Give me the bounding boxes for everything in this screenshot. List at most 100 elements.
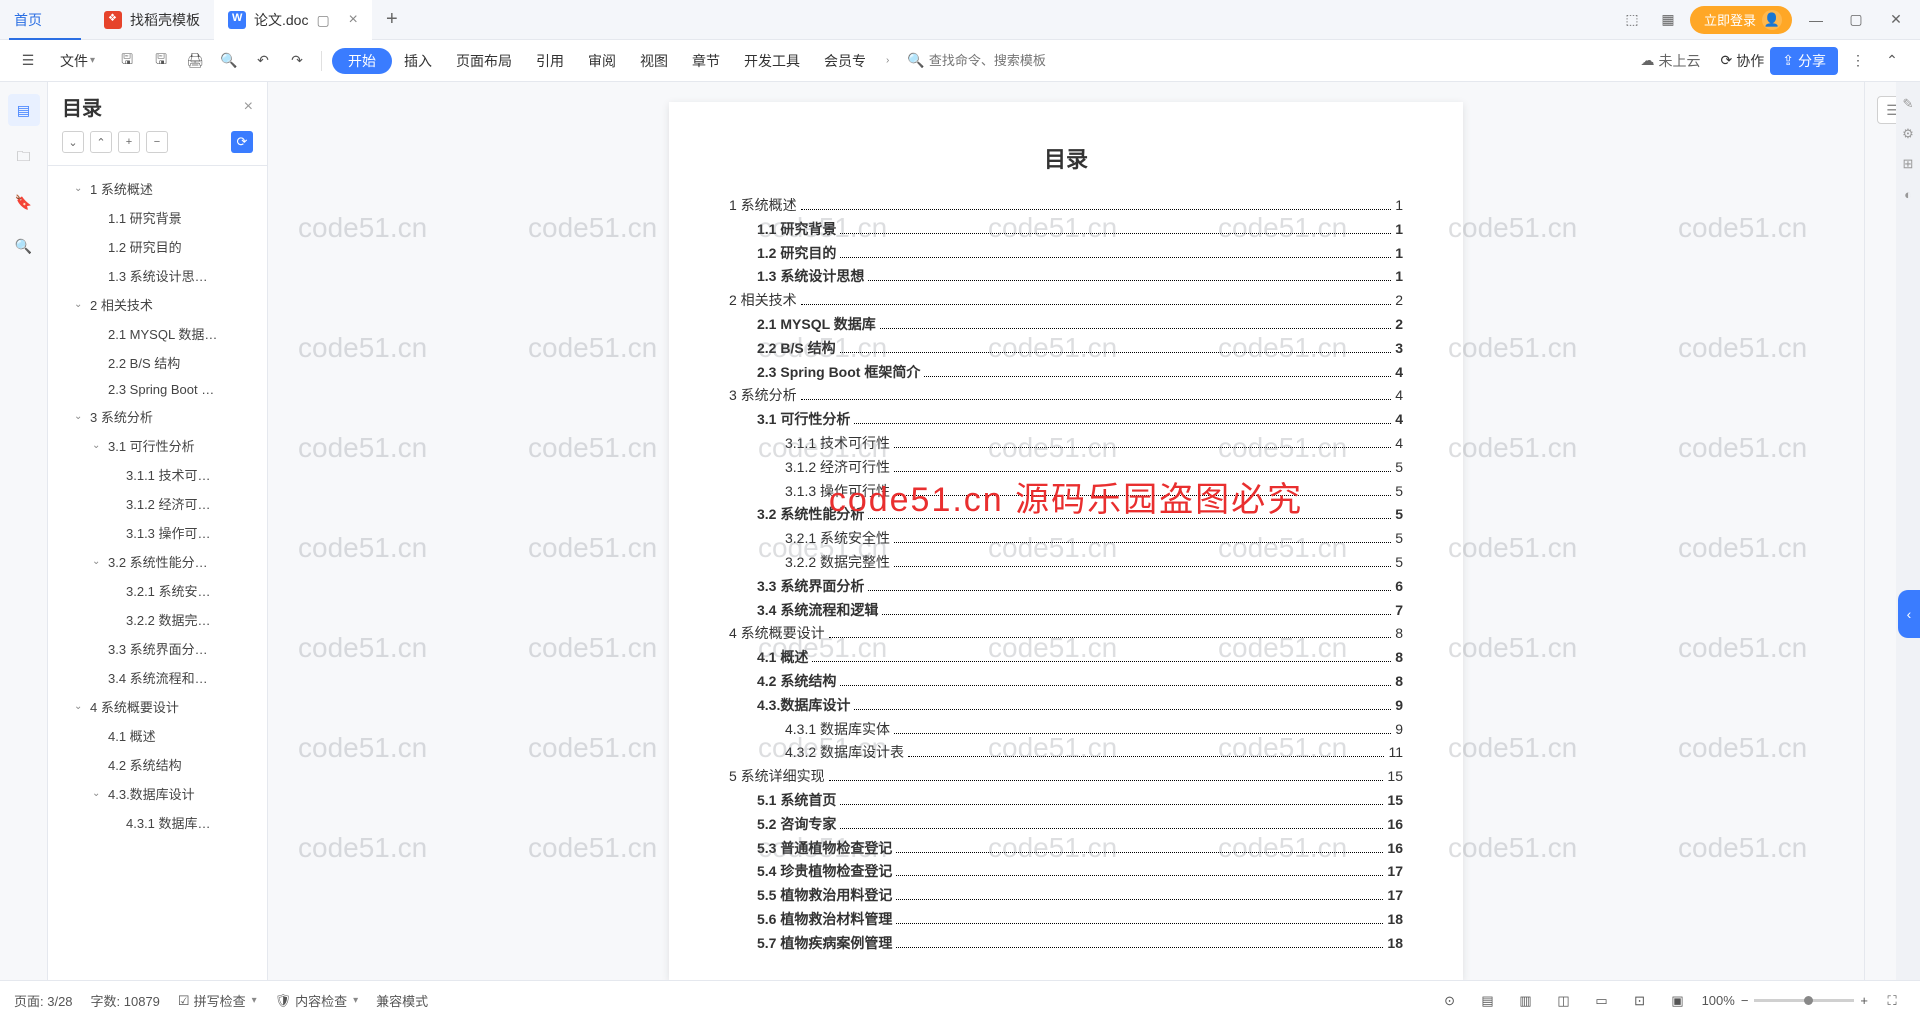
toc-line[interactable]: 5.6 植物救治材料管理18 xyxy=(729,908,1403,932)
share-button[interactable]: ⇪分享 xyxy=(1770,47,1838,75)
outline-item[interactable]: 3.1.1 技术可… xyxy=(56,460,259,489)
toc-line[interactable]: 1 系统概述1 xyxy=(729,194,1403,218)
content-check-button[interactable]: 🛡内容检查▾ xyxy=(275,991,359,1010)
word-count[interactable]: 字数: 10879 xyxy=(91,991,160,1010)
toc-line[interactable]: 2.1 MYSQL 数据库2 xyxy=(729,313,1403,337)
redo-icon[interactable]: ↷ xyxy=(283,47,311,75)
outline-item[interactable]: 2.2 B/S 结构 xyxy=(56,348,259,377)
toc-line[interactable]: 1.1 研究背景1 xyxy=(729,218,1403,242)
outline-item[interactable]: ⌄3.2 系统性能分… xyxy=(56,547,259,576)
outline-item[interactable]: 2.1 MYSQL 数据… xyxy=(56,319,259,348)
fullscreen-icon[interactable]: ⛶ xyxy=(1878,987,1906,1015)
rail-icon-3[interactable]: ⊞ xyxy=(1900,156,1916,172)
outline-item[interactable]: ⌄1 系统概述 xyxy=(56,174,259,203)
close-tab-icon[interactable]: × xyxy=(348,11,357,29)
menu-视图[interactable]: 视图 xyxy=(628,40,680,82)
outline-item[interactable]: 3.1.3 操作可… xyxy=(56,518,259,547)
maximize-button[interactable]: ▢ xyxy=(1840,4,1872,36)
outline-item[interactable]: 2.3 Spring Boot … xyxy=(56,377,259,402)
toc-line[interactable]: 3.2.2 数据完整性5 xyxy=(729,551,1403,575)
menu-开始[interactable]: 开始 xyxy=(332,48,392,74)
cloud-status[interactable]: ☁未上云 xyxy=(1641,51,1701,71)
toc-line[interactable]: 2.3 Spring Boot 框架简介4 xyxy=(729,361,1403,385)
zoom-out-icon[interactable]: − xyxy=(1741,993,1749,1008)
outline-item[interactable]: 1.1 研究背景 xyxy=(56,203,259,232)
view-mode-5-icon[interactable]: ▭ xyxy=(1588,987,1616,1015)
view-mode-4-icon[interactable]: ◫ xyxy=(1550,987,1578,1015)
view-mode-2-icon[interactable]: ▤ xyxy=(1474,987,1502,1015)
document-area[interactable]: 目录 1 系统概述11.1 研究背景11.2 研究目的11.3 系统设计思想12… xyxy=(268,82,1864,980)
toc-line[interactable]: 2.2 B/S 结构3 xyxy=(729,337,1403,361)
toc-line[interactable]: 1.2 研究目的1 xyxy=(729,242,1403,266)
view-mode-6-icon[interactable]: ⊡ xyxy=(1626,987,1654,1015)
menu-章节[interactable]: 章节 xyxy=(680,40,732,82)
save-icon[interactable]: 🖫 xyxy=(113,47,141,75)
apps-icon[interactable]: ▦ xyxy=(1654,6,1682,34)
collab-button[interactable]: ⟳协作 xyxy=(1721,51,1765,71)
toc-line[interactable]: 3.1.3 操作可行性5 xyxy=(729,480,1403,504)
tab-home[interactable]: 首页 xyxy=(0,0,90,40)
outline-item[interactable]: 4.2 系统结构 xyxy=(56,750,259,779)
menu-开发工具[interactable]: 开发工具 xyxy=(732,40,812,82)
compat-mode[interactable]: 兼容模式 xyxy=(376,991,428,1010)
toc-line[interactable]: 3.2.1 系统安全性5 xyxy=(729,527,1403,551)
outline-item[interactable]: 1.3 系统设计思… xyxy=(56,261,259,290)
outline-item[interactable]: 3.2.1 系统安… xyxy=(56,576,259,605)
rail-icon-1[interactable]: ✎ xyxy=(1900,96,1916,112)
toc-line[interactable]: 5.4 珍贵植物检查登记17 xyxy=(729,860,1403,884)
outline-item[interactable]: 3.1.2 经济可… xyxy=(56,489,259,518)
zoom-in-icon[interactable]: + xyxy=(1860,993,1868,1008)
print-icon[interactable]: 🖨 xyxy=(181,47,209,75)
new-tab-button[interactable]: + xyxy=(372,8,412,31)
toc-line[interactable]: 5.7 植物疾病案例管理18 xyxy=(729,932,1403,956)
toc-line[interactable]: 3.1.1 技术可行性4 xyxy=(729,432,1403,456)
outline-item[interactable]: 3.4 系统流程和… xyxy=(56,663,259,692)
toc-line[interactable]: 2 相关技术2 xyxy=(729,289,1403,313)
toc-line[interactable]: 3.4 系统流程和逻辑7 xyxy=(729,599,1403,623)
menu-页面布局[interactable]: 页面布局 xyxy=(444,40,524,82)
outline-item[interactable]: ⌄4.3.数据库设计 xyxy=(56,779,259,808)
remove-heading-icon[interactable]: − xyxy=(146,131,168,153)
toc-line[interactable]: 3.1.2 经济可行性5 xyxy=(729,456,1403,480)
toc-line[interactable]: 5.3 普通植物检查登记16 xyxy=(729,837,1403,861)
save-as-icon[interactable]: 🖫 xyxy=(147,47,175,75)
outline-item[interactable]: 4.3.1 数据库… xyxy=(56,808,259,837)
toc-line[interactable]: 4.3.数据库设计9 xyxy=(729,694,1403,718)
toc-line[interactable]: 4.1 概述8 xyxy=(729,646,1403,670)
toc-line[interactable]: 4.2 系统结构8 xyxy=(729,670,1403,694)
search-input[interactable] xyxy=(929,53,1089,68)
search-panel-icon[interactable]: 🔍 xyxy=(12,234,36,258)
tab-templates[interactable]: 找稻壳模板 xyxy=(90,0,214,40)
layout-icon[interactable]: ⬚ xyxy=(1618,6,1646,34)
rail-icon-4[interactable]: ◐ xyxy=(1900,186,1916,202)
outline-item[interactable]: ⌄3 系统分析 xyxy=(56,402,259,431)
toc-line[interactable]: 4.3.1 数据库实体9 xyxy=(729,718,1403,742)
rail-icon-2[interactable]: ⚙ xyxy=(1900,126,1916,142)
toc-line[interactable]: 4.3.2 数据库设计表11 xyxy=(729,741,1403,765)
toc-line[interactable]: 3 系统分析4 xyxy=(729,384,1403,408)
toc-line[interactable]: 5.2 咨询专家16 xyxy=(729,813,1403,837)
toc-line[interactable]: 5.5 植物救治用料登记17 xyxy=(729,884,1403,908)
sync-icon[interactable]: ⟳ xyxy=(231,131,253,153)
toc-line[interactable]: 5.1 系统首页15 xyxy=(729,789,1403,813)
zoom-control[interactable]: 100% − + xyxy=(1702,993,1868,1008)
view-mode-7-icon[interactable]: ▣ xyxy=(1664,987,1692,1015)
outline-item[interactable]: 3.2.2 数据完… xyxy=(56,605,259,634)
menu-审阅[interactable]: 审阅 xyxy=(576,40,628,82)
login-button[interactable]: 立即登录👤 xyxy=(1690,6,1792,34)
toc-line[interactable]: 5 系统详细实现15 xyxy=(729,765,1403,789)
toc-line[interactable]: 3.3 系统界面分析6 xyxy=(729,575,1403,599)
folder-icon[interactable]: 🗀 xyxy=(12,146,36,170)
expand-icon[interactable]: ⌃ xyxy=(1878,47,1906,75)
outline-item[interactable]: ⌄2 相关技术 xyxy=(56,290,259,319)
outline-icon[interactable]: ▤ xyxy=(8,94,40,126)
menu-icon[interactable]: ☰ xyxy=(14,47,42,75)
outline-item[interactable]: ⌄3.1 可行性分析 xyxy=(56,431,259,460)
outline-item[interactable]: 4.1 概述 xyxy=(56,721,259,750)
menu-引用[interactable]: 引用 xyxy=(524,40,576,82)
menu-overflow-icon[interactable]: › xyxy=(886,55,889,66)
menu-会员专[interactable]: 会员专 xyxy=(812,40,878,82)
file-menu[interactable]: 文件▾ xyxy=(48,40,107,82)
split-view-icon[interactable]: ▢ xyxy=(316,12,332,28)
outline-item[interactable]: ⌄4 系统概要设计 xyxy=(56,692,259,721)
